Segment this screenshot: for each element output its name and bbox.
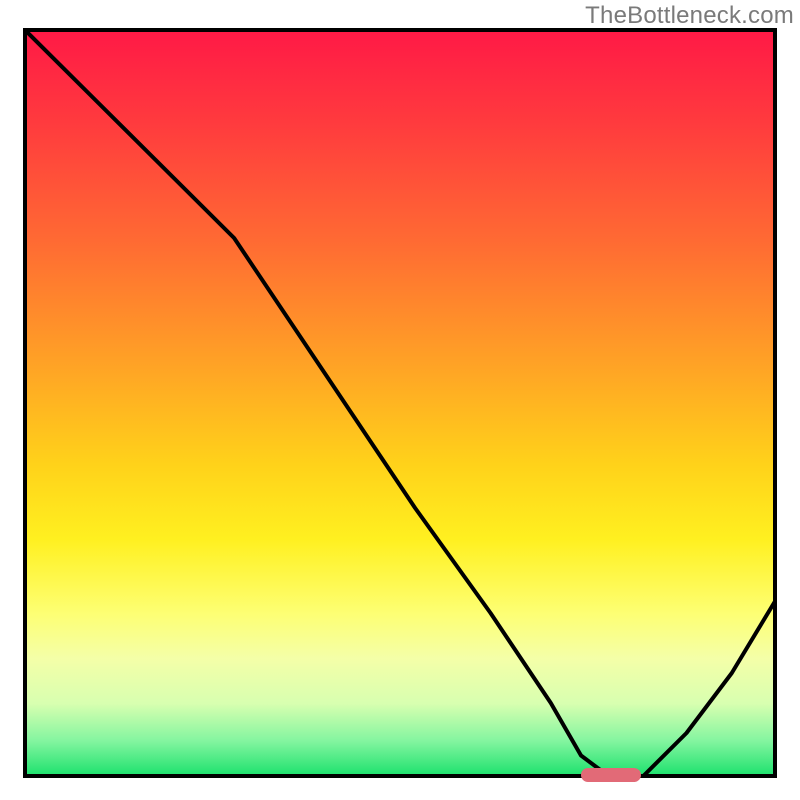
x-axis-line <box>23 774 777 778</box>
optimal-range-marker <box>581 768 641 782</box>
chart-gradient-area <box>23 28 777 778</box>
watermark-text: TheBottleneck.com <box>585 2 794 30</box>
y-axis-line <box>23 28 27 778</box>
